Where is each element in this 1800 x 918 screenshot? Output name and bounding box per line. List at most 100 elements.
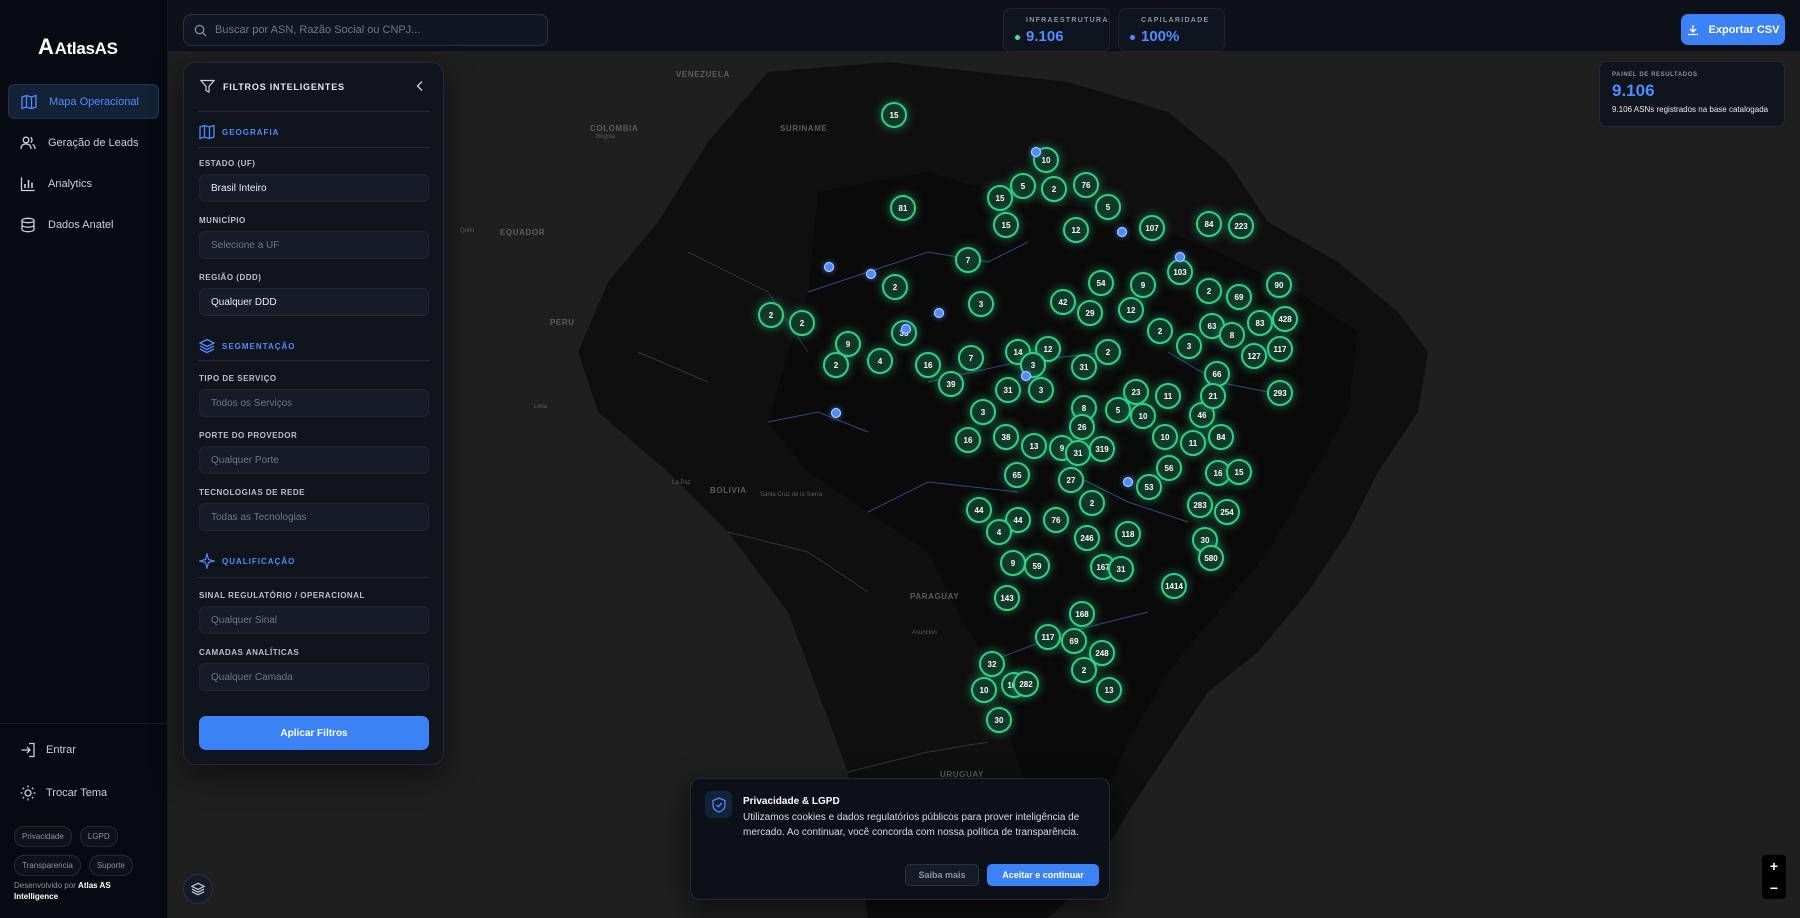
map-cluster[interactable]: 580	[1198, 545, 1224, 571]
layers-toggle-button[interactable]	[183, 874, 213, 904]
map-cluster[interactable]: 246	[1074, 525, 1100, 551]
link-suporte[interactable]: Suporte	[88, 855, 133, 876]
map-cluster[interactable]: 5	[1010, 173, 1036, 199]
map-cluster[interactable]: 76	[1073, 172, 1099, 198]
map-cluster[interactable]: 31	[995, 377, 1021, 403]
map-cluster[interactable]: 30	[986, 707, 1012, 733]
map-cluster[interactable]: 2	[1196, 278, 1222, 304]
map-cluster[interactable]: 2	[1071, 657, 1097, 683]
map-cluster[interactable]: 282	[1013, 671, 1039, 697]
map-cluster[interactable]: 3	[970, 399, 996, 425]
map-cluster[interactable]: 10	[971, 677, 997, 703]
servico-select[interactable]: Todos os Serviços	[199, 389, 429, 417]
map-cluster[interactable]: 117	[1267, 336, 1293, 362]
map-cluster[interactable]: 32	[979, 651, 1005, 677]
tec-select[interactable]: Todas as Tecnologias	[199, 503, 429, 531]
map-cluster[interactable]: 2	[1041, 176, 1067, 202]
apply-filters-button[interactable]: Aplicar Filtros	[199, 716, 429, 750]
map-cluster[interactable]: 31	[1108, 556, 1134, 582]
map-cluster[interactable]: 84	[1196, 211, 1222, 237]
map-cluster[interactable]: 107	[1139, 215, 1165, 241]
map-cluster[interactable]: 428	[1272, 306, 1298, 332]
map-cluster[interactable]: 143	[994, 585, 1020, 611]
map-cluster[interactable]: 29	[1077, 300, 1103, 326]
municipio-select[interactable]: Selecione a UF	[199, 231, 429, 259]
camadas-select[interactable]: Qualquer Camada	[199, 663, 429, 691]
map-cluster[interactable]: 11	[1180, 430, 1206, 456]
map-cluster[interactable]: 7	[958, 345, 984, 371]
map-cluster[interactable]: 81	[890, 195, 916, 221]
map-cluster[interactable]: 319	[1089, 436, 1115, 462]
link-transparencia[interactable]: Transparencia	[14, 855, 81, 876]
map-cluster[interactable]: 9	[1130, 272, 1156, 298]
map-cluster[interactable]: 117	[1035, 624, 1061, 650]
map-cluster[interactable]: 53	[1136, 474, 1162, 500]
map-cluster[interactable]: 3	[1028, 377, 1054, 403]
map-cluster[interactable]: 2	[823, 352, 849, 378]
app-logo[interactable]: AAtlasAS	[38, 34, 118, 60]
map-pin[interactable]	[1021, 371, 1031, 381]
map-cluster[interactable]: 103	[1167, 259, 1193, 285]
link-lgpd[interactable]: LGPD	[79, 826, 118, 847]
export-csv-button[interactable]: Exportar CSV	[1681, 14, 1785, 45]
map-cluster[interactable]: 4	[867, 348, 893, 374]
map-cluster[interactable]: 10	[1152, 424, 1178, 450]
map-cluster[interactable]: 3	[968, 291, 994, 317]
zoom-in-button[interactable]: +	[1762, 855, 1786, 877]
sidebar-item-analytics[interactable]: Analytics	[8, 166, 159, 201]
map-cluster[interactable]: 12	[1118, 297, 1144, 323]
map-pin[interactable]	[866, 269, 876, 279]
map-cluster[interactable]: 65	[1004, 462, 1030, 488]
map-cluster[interactable]: 10	[1130, 403, 1156, 429]
map-cluster[interactable]: 90	[1266, 272, 1292, 298]
map-cluster[interactable]: 12	[1063, 217, 1089, 243]
zoom-out-button[interactable]: −	[1762, 877, 1786, 899]
map-pin[interactable]	[1117, 227, 1127, 237]
map-cluster[interactable]: 54	[1088, 270, 1114, 296]
map-cluster[interactable]: 76	[1043, 507, 1069, 533]
map-cluster[interactable]: 4	[986, 519, 1012, 545]
map-cluster[interactable]: 13	[1096, 677, 1122, 703]
search-box[interactable]	[183, 14, 548, 46]
map-cluster[interactable]: 27	[1058, 467, 1084, 493]
map-pin[interactable]	[901, 324, 911, 334]
map-cluster[interactable]: 15	[1226, 459, 1252, 485]
map-cluster[interactable]: 38	[993, 424, 1019, 450]
sinal-select[interactable]: Qualquer Sinal	[199, 606, 429, 634]
map-pin[interactable]	[831, 408, 841, 418]
chevron-left-icon[interactable]	[415, 80, 425, 92]
search-input[interactable]	[215, 24, 535, 36]
map-cluster[interactable]: 15	[987, 185, 1013, 211]
map-cluster[interactable]: 118	[1115, 521, 1141, 547]
map-cluster[interactable]: 168	[1069, 601, 1095, 627]
porte-select[interactable]: Qualquer Porte	[199, 446, 429, 474]
map-cluster[interactable]: 83	[1247, 310, 1273, 336]
map-cluster[interactable]: 2	[1095, 339, 1121, 365]
map-cluster[interactable]: 44	[966, 497, 992, 523]
map-cluster[interactable]: 21	[1200, 383, 1226, 409]
map-cluster[interactable]: 293	[1267, 380, 1293, 406]
map-cluster[interactable]: 1414	[1161, 573, 1187, 599]
sidebar-item-mapa-operacional[interactable]: Mapa Operacional	[8, 84, 159, 119]
map-pin[interactable]	[1175, 252, 1185, 262]
map-cluster[interactable]: 2	[789, 310, 815, 336]
sidebar-item-dados-anatel[interactable]: Dados Anatel	[8, 207, 159, 242]
theme-toggle-button[interactable]: Trocar Tema	[20, 785, 107, 801]
map-cluster[interactable]: 56	[1156, 455, 1182, 481]
map-cluster[interactable]: 2	[1147, 318, 1173, 344]
map-pin[interactable]	[1031, 147, 1041, 157]
link-privacidade[interactable]: Privacidade	[14, 826, 72, 847]
map-pin[interactable]	[934, 308, 944, 318]
map-cluster[interactable]: 15	[993, 212, 1019, 238]
map-cluster[interactable]: 3	[1176, 333, 1202, 359]
map-cluster[interactable]: 283	[1187, 492, 1213, 518]
map-cluster[interactable]: 59	[1024, 553, 1050, 579]
map-cluster[interactable]: 5	[1095, 194, 1121, 220]
map-pin[interactable]	[1123, 477, 1133, 487]
map-cluster[interactable]: 9	[1000, 550, 1026, 576]
map-cluster[interactable]: 15	[881, 102, 907, 128]
learn-more-button[interactable]: Saiba mais	[905, 864, 979, 886]
map-cluster[interactable]: 254	[1214, 499, 1240, 525]
map-pin[interactable]	[824, 262, 834, 272]
regiao-select[interactable]: Qualquer DDD	[199, 288, 429, 316]
